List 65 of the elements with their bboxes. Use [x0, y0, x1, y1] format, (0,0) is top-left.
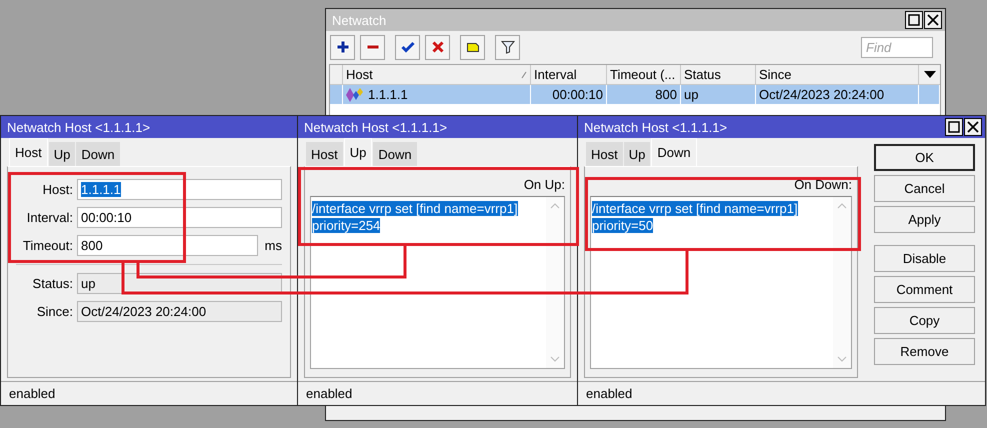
table-row[interactable]: 1.1.1.1 00:00:10 800 up Oct/24/2023 20:24:00 — [330, 85, 940, 104]
window-title: Netwatch Host <1.1.1.1> — [304, 120, 448, 134]
dropdown-icon[interactable] — [924, 71, 936, 78]
status-bar: enabled — [298, 381, 577, 405]
close-icon[interactable] — [924, 11, 942, 29]
column-header[interactable]: Since — [756, 65, 919, 84]
maximize-icon[interactable] — [945, 118, 963, 136]
input-field[interactable]: 1.1.1.1 — [77, 178, 282, 200]
field-label: Interval: — [26, 210, 74, 224]
dialog-button[interactable]: Comment — [874, 276, 975, 303]
add-icon — [334, 39, 350, 55]
field-label: Timeout: — [22, 238, 74, 252]
cross-button[interactable] — [425, 34, 450, 60]
tab[interactable]: Up — [344, 138, 372, 166]
unit-label: ms — [264, 238, 282, 252]
tab[interactable]: Host — [586, 142, 623, 166]
tab[interactable]: Down — [651, 138, 697, 166]
search-field[interactable]: Find — [861, 36, 933, 58]
tab[interactable]: Up — [624, 142, 650, 166]
checkmark-icon — [400, 39, 416, 55]
dialog-button[interactable]: Disable — [874, 245, 975, 272]
dialog-button[interactable]: Copy — [874, 307, 975, 334]
input-field[interactable]: 00:00:10 — [77, 206, 282, 228]
add-button[interactable] — [330, 34, 355, 60]
tab[interactable]: Host — [9, 138, 48, 166]
field-label: On Down: — [794, 176, 852, 194]
table-cell: up — [681, 85, 756, 104]
table-cell: 1.1.1.1 — [368, 87, 408, 102]
dialog-button[interactable]: OK — [874, 144, 975, 171]
field-label: Since: — [36, 304, 74, 318]
close-icon[interactable] — [964, 118, 982, 136]
column-header[interactable]: Status — [681, 65, 756, 84]
table-cell: 00:00:10 — [531, 85, 607, 104]
column-header[interactable]: Host — [343, 65, 531, 84]
maximize-icon[interactable] — [905, 11, 923, 29]
note-button[interactable] — [460, 34, 485, 60]
input-field[interactable]: 800 — [77, 234, 258, 256]
window-title: Netwatch — [332, 12, 388, 28]
readonly-field: Oct/24/2023 20:24:00 — [77, 300, 282, 322]
field-label: Host: — [42, 182, 74, 196]
cross-icon — [430, 39, 446, 55]
dialog-button[interactable]: Remove — [874, 338, 975, 365]
checkmark-button[interactable] — [395, 34, 420, 60]
tab[interactable]: Down — [76, 142, 120, 166]
column-header[interactable]: Timeout (... — [607, 65, 681, 84]
filter-icon — [500, 39, 516, 55]
dialog-button[interactable]: Cancel — [874, 175, 975, 202]
filter-button[interactable] — [495, 34, 520, 60]
dialog-button[interactable]: Apply — [874, 206, 975, 233]
status-bar: enabled — [578, 381, 985, 405]
sort-icon — [521, 70, 527, 78]
tab[interactable]: Host — [306, 142, 343, 166]
field-label: Status: — [32, 276, 74, 290]
table-cell: 800 — [607, 85, 681, 104]
remove-button[interactable] — [360, 34, 385, 60]
table-cell: Oct/24/2023 20:24:00 — [756, 85, 919, 104]
window-title: Netwatch Host <1.1.1.1> — [584, 120, 728, 134]
column-header[interactable]: Interval — [531, 65, 607, 84]
tab[interactable]: Up — [48, 142, 76, 166]
status-bar: enabled — [1, 381, 297, 405]
field-label: On Up: — [524, 176, 565, 194]
remove-icon — [366, 45, 378, 49]
window-title: Netwatch Host <1.1.1.1> — [7, 120, 152, 134]
host-icon — [346, 86, 364, 102]
tab[interactable]: Down — [373, 142, 417, 166]
